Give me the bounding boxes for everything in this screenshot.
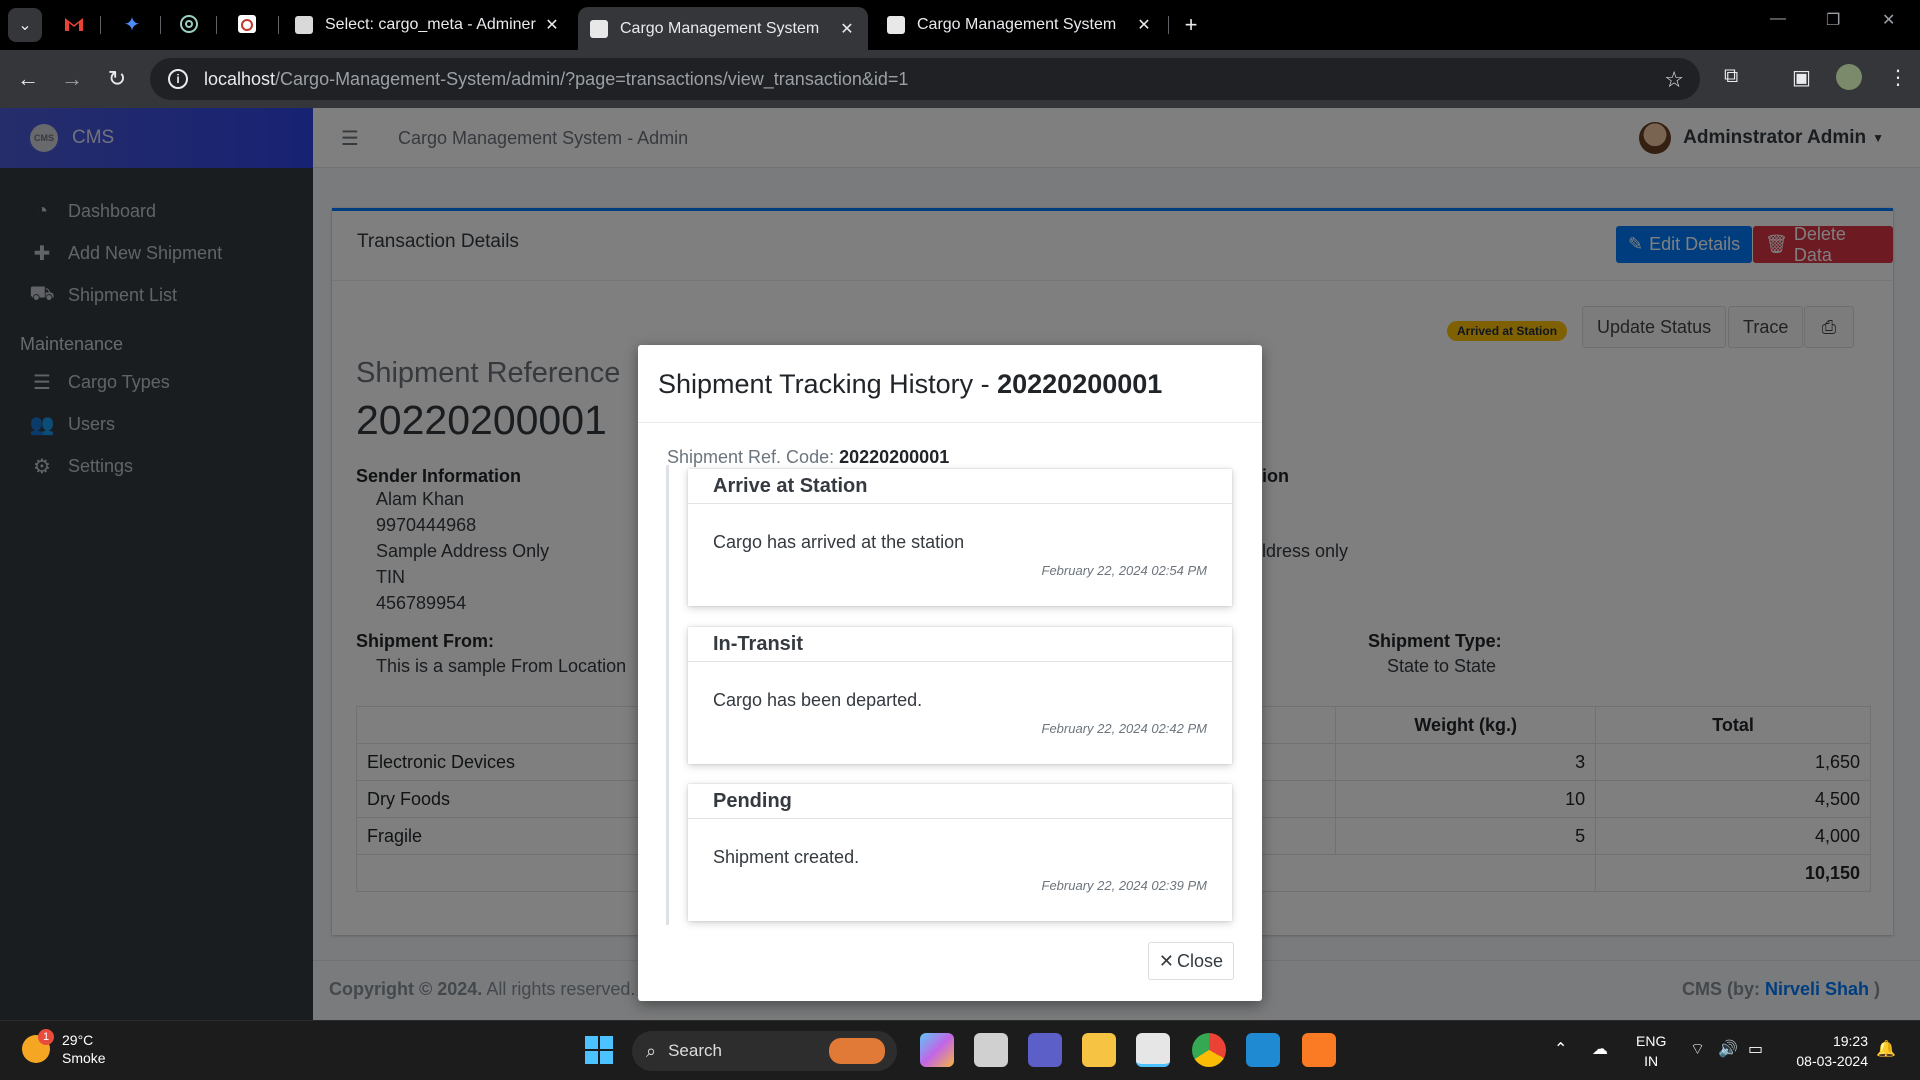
- cms-favicon: [590, 19, 608, 38]
- file-explorer-icon[interactable]: [1082, 1033, 1116, 1067]
- volume-icon[interactable]: 🔊: [1718, 1039, 1738, 1059]
- weather-condition: Smoke: [62, 1050, 106, 1066]
- taskbar-search[interactable]: ⌕ Search: [632, 1031, 897, 1071]
- timeline-entry: In-Transit Cargo has been departed. Febr…: [688, 627, 1232, 764]
- timer-pinned-tab[interactable]: [236, 13, 258, 35]
- modal-title-code: 20220200001: [997, 369, 1163, 399]
- search-icon: ⌕: [646, 1040, 657, 1061]
- wifi-icon[interactable]: ⌔: [1690, 1039, 1705, 1059]
- modal-title-prefix: Shipment Tracking History -: [658, 369, 998, 399]
- timeline-description: Cargo has arrived at the station: [713, 532, 965, 552]
- modal-ref-value: 20220200001: [839, 447, 950, 467]
- address-bar[interactable]: i localhost/Cargo-Management-System/admi…: [150, 58, 1700, 100]
- tab-title: Cargo Management System: [620, 19, 820, 37]
- tracking-history-modal: Shipment Tracking History - 20220200001 …: [638, 345, 1262, 1001]
- side-panel-icon[interactable]: ▣: [1792, 65, 1811, 90]
- close-button[interactable]: ✕ Close: [1147, 942, 1234, 980]
- snipping-tool-icon[interactable]: [1136, 1033, 1170, 1067]
- weather-sun-icon: 1: [22, 1029, 54, 1063]
- weather-text: 29°C Smoke: [62, 1031, 106, 1067]
- notifications-bell-icon[interactable]: 🔔: [1876, 1039, 1896, 1059]
- forward-icon[interactable]: →: [56, 63, 88, 95]
- new-tab-button[interactable]: +: [1174, 8, 1208, 42]
- app-viewport: CMS CMS ◔ Dashboard ✚ Add New Shipment ⛟…: [0, 108, 1920, 1020]
- profile-avatar[interactable]: [1836, 64, 1862, 90]
- timeline-time: February 22, 2024 02:39 PM: [1041, 878, 1208, 893]
- timeline-line: [666, 465, 669, 925]
- tray-overflow-icon[interactable]: ⌃: [1554, 1039, 1567, 1059]
- timeline-status: In-Transit: [688, 627, 1232, 662]
- tab-adminer[interactable]: Select: cargo_meta - Adminer ✕: [283, 7, 573, 43]
- timeline-description: Shipment created.: [713, 847, 860, 867]
- modal-ref-code: Shipment Ref. Code: 20220200001: [667, 447, 949, 468]
- extensions-icon[interactable]: ⧉: [1724, 65, 1738, 88]
- url-host: localhost: [204, 68, 276, 89]
- timeline-status: Arrive at Station: [688, 469, 1232, 504]
- region-code: IN: [1644, 1053, 1659, 1069]
- tab-search-button[interactable]: ⌄: [8, 8, 42, 42]
- tab-cargo-active[interactable]: Cargo Management System ✕: [578, 7, 868, 50]
- back-icon[interactable]: ←: [12, 63, 44, 95]
- timeline-time: February 22, 2024 02:42 PM: [1041, 721, 1208, 736]
- browser-toolbar: ← → ↻ i localhost/Cargo-Management-Syste…: [0, 50, 1920, 108]
- clock-time: 19:23: [1832, 1033, 1868, 1049]
- tab-separator: [160, 16, 161, 34]
- gmail-pinned-tab[interactable]: [63, 13, 85, 35]
- close-window-icon[interactable]: ✕: [1882, 10, 1895, 30]
- browser-menu-icon[interactable]: ⋮: [1888, 65, 1908, 90]
- tab-separator: [216, 16, 217, 34]
- language-indicator[interactable]: ENG IN: [1636, 1031, 1666, 1071]
- timeline-time: February 22, 2024 02:54 PM: [1041, 563, 1208, 578]
- tab-title: Select: cargo_meta - Adminer: [325, 16, 536, 33]
- weather-temperature: 29°C: [62, 1032, 94, 1048]
- search-label: Search: [668, 1041, 722, 1060]
- minimize-icon[interactable]: —: [1770, 10, 1786, 28]
- browser-tab-bar: ⌄ ✦ Select: cargo_meta - Adminer ✕ Cargo…: [0, 0, 1920, 50]
- weather-widget[interactable]: 1 29°C Smoke: [22, 1029, 106, 1067]
- windows-taskbar: 1 29°C Smoke ⌕ Search ⌃ ☁ ENG IN ⌔ 🔊 ▭ 1…: [0, 1020, 1920, 1080]
- vscode-icon[interactable]: [1246, 1033, 1280, 1067]
- adminer-favicon: [295, 16, 313, 34]
- close-icon: ✕: [1158, 950, 1174, 971]
- timeline-status: Pending: [688, 784, 1232, 819]
- modal-ref-label: Shipment Ref. Code:: [667, 447, 840, 467]
- battery-icon[interactable]: ▭: [1748, 1039, 1763, 1059]
- tab-separator: [1168, 16, 1169, 34]
- tab-cargo[interactable]: Cargo Management System ✕: [875, 7, 1165, 43]
- restore-icon[interactable]: ❐: [1826, 10, 1840, 30]
- clock-date: 08-03-2024: [1796, 1053, 1868, 1069]
- copilot-icon[interactable]: [920, 1033, 954, 1067]
- gemini-pinned-tab[interactable]: ✦: [121, 13, 143, 36]
- modal-header: Shipment Tracking History - 20220200001: [638, 345, 1262, 423]
- reload-icon[interactable]: ↻: [101, 63, 133, 95]
- close-label: Close: [1176, 950, 1223, 971]
- onedrive-icon[interactable]: ☁: [1592, 1039, 1608, 1059]
- weather-alert-badge: 1: [38, 1029, 54, 1045]
- search-highlights-icon: [829, 1038, 885, 1064]
- bookmark-star-icon[interactable]: ☆: [1664, 67, 1684, 93]
- windows-start-icon[interactable]: [582, 1033, 616, 1067]
- tab-title: Cargo Management System: [917, 16, 1117, 33]
- modal-title: Shipment Tracking History - 20220200001: [658, 369, 1162, 400]
- tab-separator: [278, 16, 279, 34]
- tab-close-icon[interactable]: ✕: [1135, 15, 1153, 35]
- language-code: ENG: [1636, 1033, 1667, 1049]
- task-view-icon[interactable]: [974, 1033, 1008, 1067]
- timeline-entry: Pending Shipment created. February 22, 2…: [688, 784, 1232, 921]
- xampp-icon[interactable]: [1302, 1033, 1336, 1067]
- tab-close-icon[interactable]: ✕: [838, 19, 856, 39]
- chrome-icon[interactable]: [1192, 1033, 1226, 1067]
- site-info-icon[interactable]: i: [168, 69, 188, 89]
- chatgpt-pinned-tab[interactable]: [178, 13, 200, 35]
- teams-icon[interactable]: [1028, 1033, 1062, 1067]
- url-path: /Cargo-Management-System/admin/?page=tra…: [275, 68, 909, 89]
- timeline-description: Cargo has been departed.: [713, 690, 923, 710]
- system-clock[interactable]: 19:23 08-03-2024: [1796, 1031, 1868, 1071]
- tab-close-icon[interactable]: ✕: [543, 15, 561, 35]
- timeline-entry: Arrive at Station Cargo has arrived at t…: [688, 469, 1232, 606]
- tab-separator: [100, 16, 101, 34]
- cms-favicon: [887, 16, 905, 34]
